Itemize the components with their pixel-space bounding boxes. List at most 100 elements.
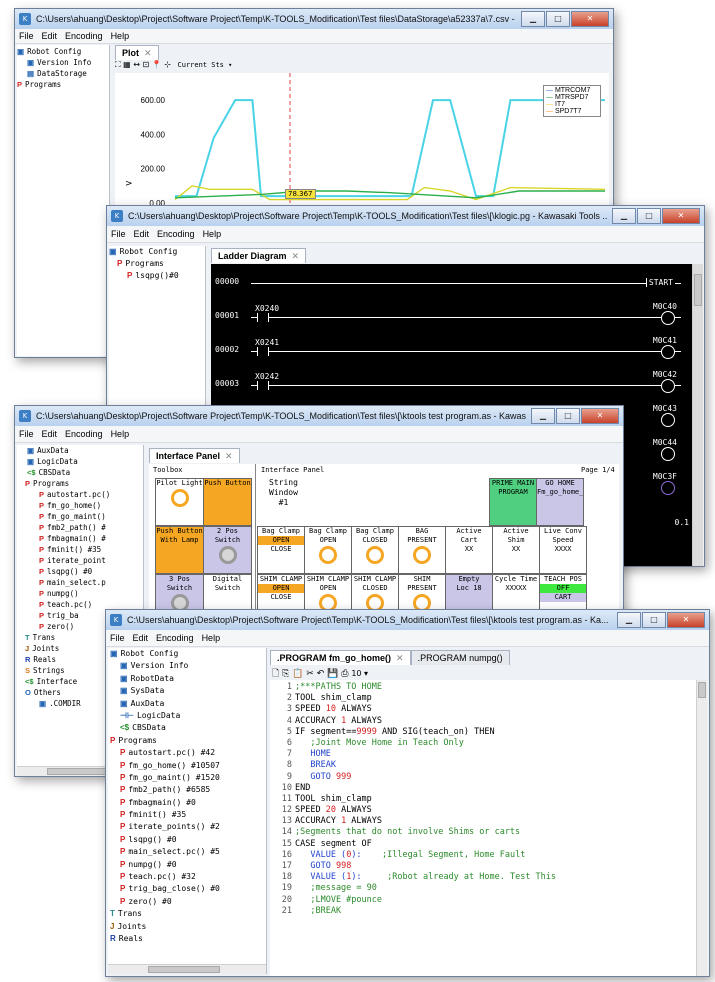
toolbox-push-button-lamp[interactable]: Push Button With Lamp (155, 526, 204, 574)
tree-item[interactable]: R Reals (108, 933, 266, 945)
toolbox-2pos-switch[interactable]: 2 Pos Switch (203, 526, 252, 574)
minimize-button[interactable]: ▁ (521, 11, 545, 27)
tree-item[interactable]: Piterate_point (17, 555, 143, 566)
tree-item[interactable]: Plsqpg() #0 (108, 834, 266, 846)
tree-item[interactable]: Pfm_go_home() #10507 (108, 760, 266, 772)
minimize-button[interactable]: ▁ (617, 612, 641, 628)
panel-indicator[interactable]: Active Shim XX (492, 526, 540, 574)
menu-edit[interactable]: Edit (42, 31, 58, 41)
string-window[interactable]: String Window #1 (269, 478, 298, 508)
code-line[interactable]: 18 VALUE (1): ;Robot already at Home. Te… (270, 872, 707, 883)
tree-item[interactable]: Ptrig_bag_close() #0 (108, 883, 266, 895)
code-line[interactable]: 8 BREAK (270, 760, 707, 771)
code-line[interactable]: 13 ACCURACY 1 ALWAYS (270, 816, 707, 827)
close-tab-icon[interactable]: ✕ (396, 653, 404, 663)
tree-item[interactable]: <$ CBSData (108, 722, 266, 734)
code-line[interactable]: 2 TOOL shim_clamp (270, 693, 707, 704)
menu-help[interactable]: Help (111, 31, 130, 41)
code-line[interactable]: 16 VALUE (0): ;Illegal Segment, Home Fau… (270, 850, 707, 861)
menu-encoding[interactable]: Encoding (156, 633, 194, 643)
marker-icon[interactable]: 📍 (152, 60, 162, 69)
tab-ladder-diagram[interactable]: Ladder Diagram ✕ (211, 248, 307, 263)
zoom-dropdown[interactable]: 10 ▾ (351, 669, 368, 678)
tree-item[interactable]: ▣ Robot Config (108, 648, 266, 660)
tree-item-programs[interactable]: P Programs (109, 258, 205, 270)
tree-item[interactable]: Pautostart.pc() (17, 489, 143, 500)
code-line[interactable]: 10 END (270, 783, 707, 794)
close-button[interactable]: ✕ (667, 612, 705, 628)
menu-help[interactable]: Help (111, 429, 130, 439)
undo-icon[interactable]: ↶ (317, 669, 325, 679)
panel-indicator[interactable]: Bag Clamp OPEN CLOSE (257, 526, 305, 574)
tree-item[interactable]: ▣ AuxData (108, 698, 266, 710)
menu-edit[interactable]: Edit (133, 633, 149, 643)
tree-item[interactable]: Pfmbagmain() #0 (108, 797, 266, 809)
copy-icon[interactable]: ⎘ (282, 669, 289, 679)
tab-interface-panel[interactable]: Interface Panel ✕ (149, 448, 240, 463)
code-line[interactable]: 14 ;Segments that do not involve Shims or… (270, 827, 707, 838)
paste-icon[interactable]: 📋 (292, 669, 303, 679)
tree-item[interactable]: Piterate_points() #2 (108, 821, 266, 833)
menu-file[interactable]: File (110, 633, 125, 643)
code-line[interactable]: 6 ;Joint Move Home in Teach Only (270, 738, 707, 749)
tree-item[interactable]: Pfmb2_path() #6585 (108, 784, 266, 796)
close-button[interactable]: ✕ (571, 11, 609, 27)
tree-item[interactable]: Pfmb2_path() # (17, 522, 143, 533)
menu-file[interactable]: File (111, 229, 126, 239)
close-button[interactable]: ✕ (662, 208, 700, 224)
scroll-thumb[interactable] (47, 768, 109, 775)
tree-item[interactable]: T Trans (108, 908, 266, 920)
tree-item[interactable]: Pfminit() #35 (17, 544, 143, 555)
minimize-button[interactable]: ▁ (612, 208, 636, 224)
tree-item[interactable]: ▣ Version Info (108, 660, 266, 672)
tree-item[interactable]: Pnumpg() #0 (108, 859, 266, 871)
tree-item[interactable]: Pfmbagmain() # (17, 533, 143, 544)
tree-item-programs[interactable]: P Programs (17, 79, 109, 90)
maximize-button[interactable]: □ (642, 612, 666, 628)
tree-item[interactable]: ▣ AuxData (17, 445, 143, 456)
signal-dropdown[interactable]: Current Sts ▾ (178, 61, 233, 69)
menu-help[interactable]: Help (202, 633, 221, 643)
title-bar[interactable]: K C:\Users\ahuang\Desktop\Project\Softwa… (107, 206, 704, 226)
tree-item[interactable]: ▣ SysData (108, 685, 266, 697)
close-tab-icon[interactable]: ✕ (292, 251, 300, 261)
close-tab-icon[interactable]: ✕ (144, 48, 152, 58)
tree-item[interactable]: ⊣⊢ LogicData (108, 710, 266, 722)
panel-indicator[interactable]: Active Cart XX (445, 526, 493, 574)
menu-edit[interactable]: Edit (42, 429, 58, 439)
code-line[interactable]: 1 ;***PATHS TO HOME (270, 682, 707, 693)
tree-item[interactable]: <$ CBSData (17, 467, 143, 478)
close-tab-icon[interactable]: ✕ (225, 451, 233, 461)
panel-indicator[interactable]: Bag Clamp OPEN (304, 526, 352, 574)
code-line[interactable]: 7 HOME (270, 749, 707, 760)
tab-program-fm-go-home[interactable]: .PROGRAM fm_go_home() ✕ (270, 650, 411, 665)
fit-icon[interactable]: ⛶ (115, 60, 121, 69)
menu-encoding[interactable]: Encoding (157, 229, 195, 239)
code-line[interactable]: 4 ACCURACY 1 ALWAYS (270, 716, 707, 727)
code-line[interactable]: 20 ;LMOVE #pounce (270, 895, 707, 906)
code-line[interactable]: 17 GOTO 998 (270, 861, 707, 872)
tree-item-lsqpg[interactable]: Plsqpg()#0 (109, 270, 205, 282)
tree-item[interactable]: Pfm_go_maint() (17, 511, 143, 522)
menu-help[interactable]: Help (203, 229, 222, 239)
print-icon[interactable]: ⎙ (341, 669, 348, 679)
scroll-thumb[interactable] (148, 966, 220, 973)
code-line[interactable]: 5 IF segment==9999 AND SIG(teach_on) THEN (270, 727, 707, 738)
title-bar[interactable]: K C:\Users\ahuang\Desktop\Project\Softwa… (15, 406, 623, 426)
go-home-button[interactable]: GO HOME Fm_go_home_ns (536, 478, 584, 526)
panel-indicator[interactable]: Bag Clamp CLOSED (351, 526, 399, 574)
tree-item[interactable]: Pfminit() #35 (108, 809, 266, 821)
menu-encoding[interactable]: Encoding (65, 429, 103, 439)
menu-file[interactable]: File (19, 31, 34, 41)
panel-indicator[interactable]: Live Conv Speed XXXX (539, 526, 587, 574)
ladder-rung[interactable]: 00001 X0240 M0C40 (211, 302, 703, 332)
tree-item[interactable]: Pfm_go_maint() #1520 (108, 772, 266, 784)
code-line[interactable]: 11 TOOL shim_clamp (270, 794, 707, 805)
tree-item[interactable]: Pzero() #0 (108, 896, 266, 908)
maximize-button[interactable]: □ (637, 208, 661, 224)
tab-program-numpg[interactable]: .PROGRAM numpg() (410, 650, 510, 665)
grid-icon[interactable]: ▦ (123, 60, 131, 69)
toolbox-pilot-light[interactable]: Pilot Light (155, 478, 204, 526)
code-line[interactable]: 12 SPEED 20 ALWAYS (270, 805, 707, 816)
vertical-scrollbar[interactable] (692, 264, 703, 566)
